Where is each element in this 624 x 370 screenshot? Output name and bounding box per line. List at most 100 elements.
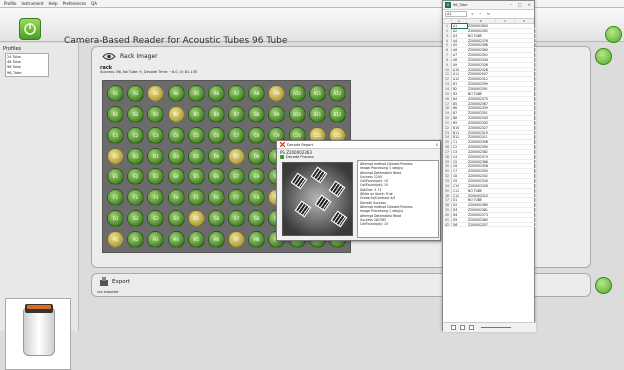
cell-position[interactable]: D6 (452, 223, 467, 227)
cell-position[interactable]: C4 (452, 155, 467, 159)
rack-well[interactable]: G8 (247, 209, 266, 229)
rack-well[interactable]: A8 (247, 84, 266, 104)
cell-position[interactable]: B12 (452, 135, 467, 139)
empty-cell[interactable] (497, 208, 517, 212)
rack-well[interactable]: H6 (207, 229, 226, 249)
cell-barcode[interactable]: NO TUBE (467, 34, 497, 38)
cell-barcode[interactable]: NO TUBE (467, 198, 497, 202)
rack-well[interactable]: E4 (166, 167, 185, 187)
cell-position[interactable]: D5 (452, 218, 467, 222)
rack-well[interactable]: B6 (207, 105, 226, 125)
row-number[interactable]: 42 (443, 222, 452, 227)
cell-position[interactable]: C3 (452, 150, 467, 154)
cell-position[interactable]: C1 (452, 140, 467, 144)
row-number[interactable]: 4 (443, 38, 452, 43)
empty-cell[interactable] (497, 135, 517, 139)
menu-preferences[interactable]: Preferences (63, 1, 87, 6)
cell-position[interactable]: A2 (452, 29, 467, 33)
row-number[interactable]: 23 (443, 130, 452, 135)
rack-well[interactable]: G5 (187, 209, 206, 229)
row-number[interactable]: 40 (443, 212, 452, 217)
cell-position[interactable]: C12 (452, 194, 467, 198)
cell-barcode[interactable]: Z200002366 (467, 160, 497, 164)
profile-item-selected[interactable]: 96_Tube (7, 71, 47, 76)
name-box[interactable]: A1 (445, 11, 467, 17)
cell-barcode[interactable]: Z200002357 (467, 223, 497, 227)
rack-well[interactable]: F7 (227, 188, 246, 208)
row-number[interactable]: 32 (443, 174, 452, 178)
row-number[interactable]: 11 (443, 72, 452, 76)
empty-cell[interactable] (497, 24, 517, 28)
cell-position[interactable]: A1 (451, 23, 468, 29)
cell-barcode[interactable]: Z200002358 (467, 164, 497, 168)
rack-well[interactable]: D3 (146, 146, 165, 166)
cell-position[interactable]: B10 (452, 126, 467, 130)
rack-well[interactable]: E3 (146, 167, 165, 187)
empty-cell[interactable] (497, 92, 517, 96)
cell-barcode[interactable]: Z200002368 (467, 43, 497, 47)
empty-cell[interactable] (497, 121, 517, 125)
empty-cell[interactable] (497, 198, 517, 202)
rack-well[interactable]: F4 (166, 188, 185, 208)
cell-barcode[interactable]: Z200002390 (467, 145, 497, 149)
row-number[interactable]: 39 (443, 208, 452, 212)
minimize-icon[interactable]: – (510, 2, 512, 7)
empty-cell[interactable] (497, 39, 517, 43)
enter-icon[interactable]: ✓ (479, 12, 482, 16)
empty-cell[interactable] (497, 111, 517, 115)
page-layout-icon[interactable] (460, 325, 465, 330)
rack-well[interactable]: A10 (287, 84, 306, 104)
rack-well[interactable]: A2 (126, 84, 145, 104)
cell-position[interactable]: C9 (452, 179, 467, 183)
column-header[interactable]: A (452, 19, 467, 23)
zoom-slider[interactable] (481, 327, 511, 328)
rack-well[interactable]: A4 (166, 84, 185, 104)
profiles-list[interactable]: 24 Tube 48 Tube 96 Tube 96_Tube (5, 53, 49, 77)
empty-cell[interactable] (497, 223, 517, 227)
cell-barcode[interactable]: Z200002336 (467, 63, 497, 67)
column-header[interactable]: B (467, 19, 496, 23)
cell-position[interactable]: A7 (452, 53, 467, 57)
cell-barcode[interactable]: Z200002311 (467, 135, 497, 139)
rack-well[interactable]: H1 (106, 229, 125, 249)
cell-barcode[interactable]: Z200002398 (467, 140, 497, 144)
select-all-corner[interactable] (443, 19, 452, 23)
cell-barcode[interactable]: Z200002319 (467, 131, 497, 135)
cell-position[interactable]: B1 (452, 82, 467, 86)
rack-well[interactable]: G4 (166, 209, 185, 229)
menu-help[interactable]: Help (48, 1, 57, 6)
cell-position[interactable]: C11 (452, 189, 467, 193)
empty-cell[interactable] (497, 169, 517, 173)
empty-cell[interactable] (497, 53, 517, 57)
row-number[interactable]: 6 (443, 48, 452, 52)
rack-well[interactable]: B7 (227, 105, 246, 125)
row-number[interactable]: 19 (443, 111, 452, 115)
cell-position[interactable]: B7 (452, 111, 467, 115)
cell-barcode[interactable]: Z200002376 (467, 39, 497, 43)
cell-barcode[interactable]: Z200002351 (467, 111, 497, 115)
rack-well[interactable]: G3 (146, 209, 165, 229)
row-number[interactable]: 26 (443, 145, 452, 149)
close-icon[interactable]: x (436, 142, 438, 147)
status-light-icon[interactable] (605, 26, 622, 43)
rack-well[interactable]: A7 (227, 84, 246, 104)
empty-cell[interactable] (497, 106, 517, 110)
cell-position[interactable]: C5 (452, 160, 467, 164)
empty-cell[interactable] (497, 82, 517, 86)
cell-position[interactable]: A12 (452, 77, 467, 81)
cell-barcode[interactable]: Z200002328 (467, 68, 497, 72)
empty-cell[interactable] (497, 126, 517, 130)
rack-well[interactable]: B8 (247, 105, 266, 125)
empty-cell[interactable] (497, 102, 517, 106)
column-header[interactable]: C (496, 19, 516, 23)
rack-well[interactable]: D8 (247, 146, 266, 166)
rack-well[interactable]: B9 (267, 105, 286, 125)
empty-cell[interactable] (497, 150, 517, 154)
app-logo[interactable] (19, 18, 41, 40)
maximize-icon[interactable]: □ (518, 2, 522, 7)
empty-cell[interactable] (497, 203, 517, 207)
cell-position[interactable]: B2 (452, 87, 467, 91)
cell-position[interactable]: C6 (452, 164, 467, 168)
cell-barcode[interactable]: Z200002360 (467, 48, 497, 52)
cell-barcode[interactable]: Z200002374 (467, 155, 497, 159)
